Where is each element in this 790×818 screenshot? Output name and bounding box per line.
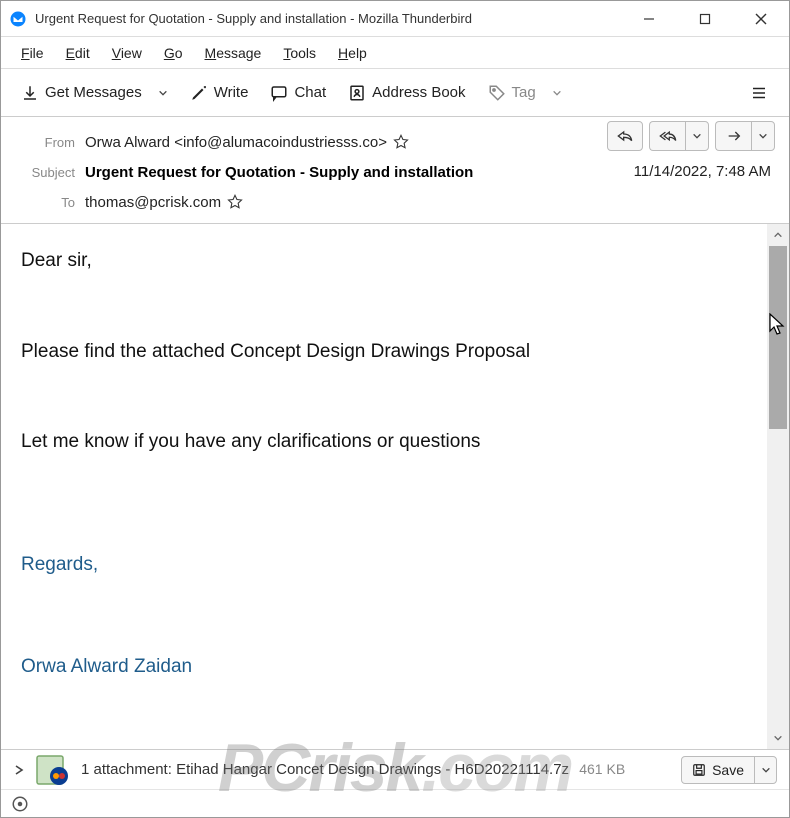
download-icon [21,84,39,102]
header-actions [607,121,775,151]
scroll-down-arrow[interactable] [767,727,789,749]
reply-button[interactable] [607,121,643,151]
signature-name: Orwa Alward Zaidan [21,654,747,681]
pencil-icon [190,84,208,102]
get-messages-label: Get Messages [45,84,142,101]
tag-label: Tag [512,84,536,101]
subject-value: Urgent Request for Quotation - Supply an… [85,164,473,181]
subject-label: Subject [15,165,75,180]
to-label: To [15,195,75,210]
from-label: From [15,135,75,150]
save-icon [692,763,706,777]
scroll-track[interactable] [767,246,789,727]
titlebar: Urgent Request for Quotation - Supply an… [1,1,789,37]
menu-go[interactable]: Go [154,41,193,65]
vertical-scrollbar[interactable] [767,224,789,749]
address-book-icon [348,84,366,102]
menu-message[interactable]: Message [195,41,272,65]
save-dropdown[interactable] [754,756,776,784]
attachment-file-icon [35,754,71,786]
app-menu-button[interactable] [741,75,777,111]
menu-view[interactable]: View [102,41,152,65]
chat-button[interactable]: Chat [262,78,334,108]
write-label: Write [214,84,249,101]
body-paragraph: Please find the attached Concept Design … [21,339,747,366]
chat-label: Chat [294,84,326,101]
reply-all-button[interactable] [649,121,685,151]
get-messages-dropdown[interactable] [150,77,176,109]
statusbar [1,789,789,817]
tag-dropdown[interactable] [544,77,570,109]
star-icon[interactable] [227,194,243,210]
save-label: Save [712,762,744,778]
attachment-bar: 1 attachment: Etihad Hangar Concet Desig… [1,749,789,789]
message-body-wrapper: Dear sir, Please find the attached Conce… [1,224,789,749]
star-icon[interactable] [393,134,409,150]
toolbar: Get Messages Write Chat Address Book [1,69,789,117]
app-window: Urgent Request for Quotation - Supply an… [0,0,790,818]
minimize-button[interactable] [621,1,677,37]
reply-all-dropdown[interactable] [685,121,709,151]
close-button[interactable] [733,1,789,37]
scroll-up-arrow[interactable] [767,224,789,246]
attachment-text[interactable]: 1 attachment: Etihad Hangar Concet Desig… [81,761,625,778]
tag-icon [488,84,506,102]
message-body[interactable]: Dear sir, Please find the attached Conce… [1,224,767,749]
message-header: From Orwa Alward <info@alumacoindustries… [1,117,789,224]
maximize-button[interactable] [677,1,733,37]
to-value[interactable]: thomas@pcrisk.com [85,194,243,211]
menubar: File Edit View Go Message Tools Help [1,37,789,69]
body-paragraph: Let me know if you have any clarificatio… [21,429,747,456]
window-title: Urgent Request for Quotation - Supply an… [35,11,621,26]
thunderbird-icon [9,10,27,28]
forward-button[interactable] [715,121,751,151]
forward-dropdown[interactable] [751,121,775,151]
menu-edit[interactable]: Edit [56,41,100,65]
tag-button[interactable]: Tag [480,78,544,108]
status-icon [11,795,29,813]
attachment-size: 461 KB [579,761,625,777]
get-messages-button[interactable]: Get Messages [13,78,150,108]
address-book-label: Address Book [372,84,465,101]
menu-file[interactable]: File [11,41,54,65]
address-book-button[interactable]: Address Book [340,78,473,108]
message-date: 11/14/2022, 7:48 AM [634,163,771,180]
menu-tools[interactable]: Tools [273,41,326,65]
menu-help[interactable]: Help [328,41,377,65]
expand-icon[interactable] [13,764,25,776]
scroll-thumb[interactable] [769,246,787,429]
body-paragraph: Dear sir, [21,248,747,275]
save-attachment-button[interactable]: Save [681,756,777,784]
write-button[interactable]: Write [182,78,257,108]
signature-line: Regards, [21,552,747,579]
from-value[interactable]: Orwa Alward <info@alumacoindustriesss.co… [85,134,409,151]
chat-icon [270,84,288,102]
